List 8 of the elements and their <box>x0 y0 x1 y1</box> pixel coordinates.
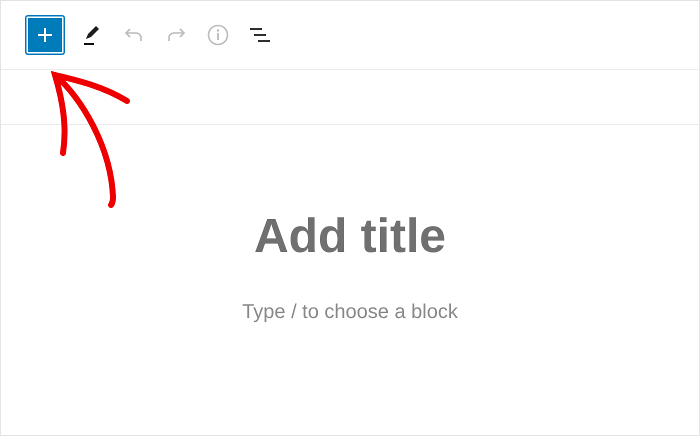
redo-icon <box>166 27 186 43</box>
block-field[interactable]: Type / to choose a block <box>140 297 560 327</box>
list-icon <box>249 26 271 44</box>
undo-icon <box>124 27 144 43</box>
title-field[interactable]: Add title <box>140 201 560 273</box>
pen-icon <box>82 24 102 46</box>
plus-icon <box>37 27 53 43</box>
info-icon <box>207 24 229 46</box>
